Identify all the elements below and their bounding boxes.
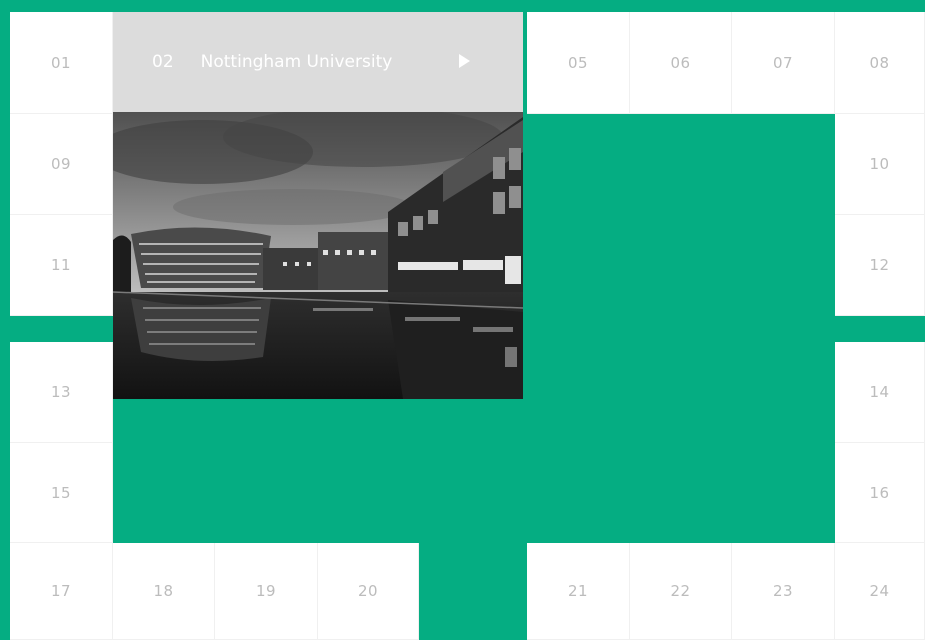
tile-05[interactable]: 05	[527, 12, 630, 114]
tile-21[interactable]: 21	[527, 543, 630, 640]
tile-15[interactable]: 15	[10, 443, 113, 543]
featured-photo[interactable]	[113, 112, 523, 399]
tile-16[interactable]: 16	[835, 443, 925, 543]
tile-20[interactable]: 20	[318, 543, 419, 640]
tile-18[interactable]: 18	[113, 543, 215, 640]
tile-11[interactable]: 11	[10, 215, 113, 316]
tile-17[interactable]: 17	[10, 543, 113, 640]
tile-14[interactable]: 14	[835, 342, 925, 443]
featured-tile-number: 02	[152, 52, 174, 72]
featured-tile-header[interactable]: 02 Nottingham University	[113, 12, 523, 112]
tile-24[interactable]: 24	[835, 543, 925, 640]
tile-23[interactable]: 23	[732, 543, 835, 640]
tile-19[interactable]: 19	[215, 543, 318, 640]
tile-06[interactable]: 06	[630, 12, 732, 114]
tile-10[interactable]: 10	[835, 114, 925, 215]
tile-22[interactable]: 22	[630, 543, 732, 640]
tile-01[interactable]: 01	[10, 12, 113, 114]
featured-tile-title: Nottingham University	[200, 52, 393, 72]
tile-07[interactable]: 07	[732, 12, 835, 114]
tile-13[interactable]: 13	[10, 342, 113, 443]
play-icon[interactable]	[459, 54, 470, 68]
tile-08[interactable]: 08	[835, 12, 925, 114]
tile-12[interactable]: 12	[835, 215, 925, 316]
tile-09[interactable]: 09	[10, 114, 113, 215]
